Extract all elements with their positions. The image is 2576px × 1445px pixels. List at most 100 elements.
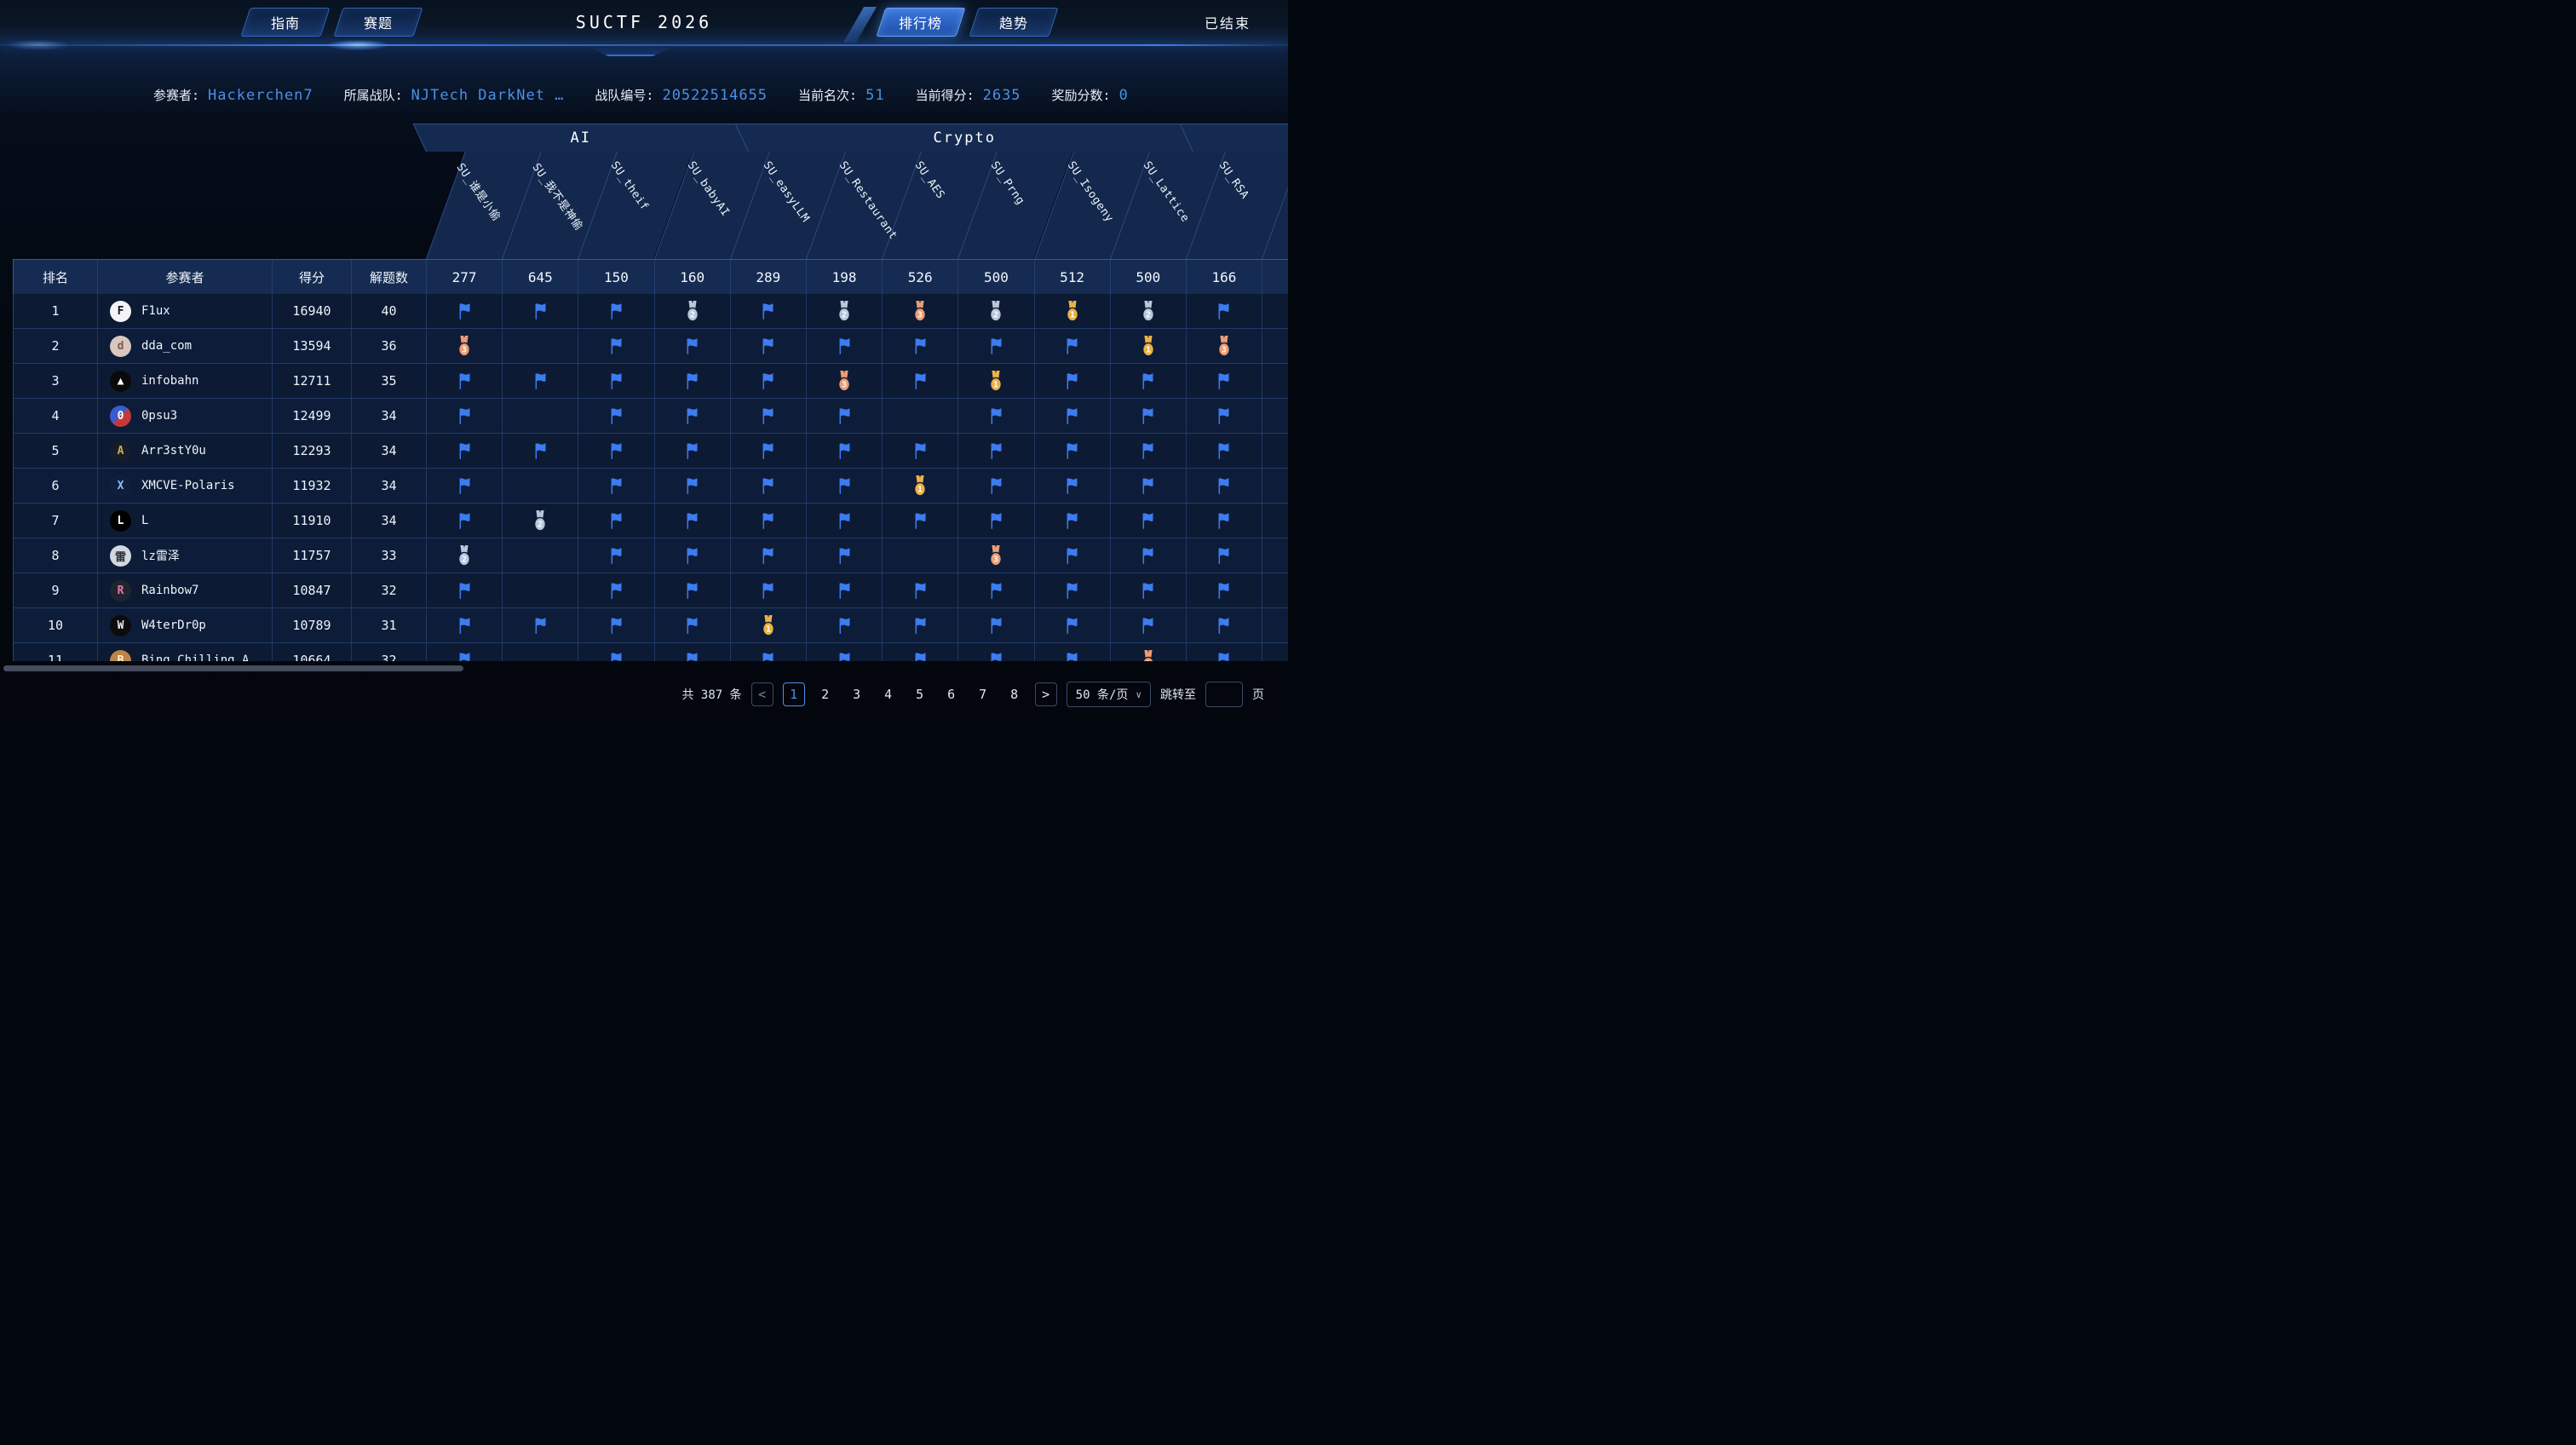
player-name: XMCVE-Polaris xyxy=(141,479,235,492)
solved-cell: 36 xyxy=(352,329,427,363)
gold-medal-icon: 1 xyxy=(760,615,777,636)
nav-tab-排行榜[interactable]: 排行榜 xyxy=(876,8,965,37)
table-row: 7LL11910342 xyxy=(13,504,1288,538)
solve-cell xyxy=(1262,434,1288,468)
horizontal-scrollbar-thumb[interactable] xyxy=(3,665,463,671)
avatar: A xyxy=(110,440,131,462)
solved-cell: 34 xyxy=(352,469,427,503)
solve-cell xyxy=(883,573,958,607)
player-cell[interactable]: ▲infobahn xyxy=(98,364,273,398)
flag-icon xyxy=(457,406,473,426)
solve-cell xyxy=(1187,469,1262,503)
flag-icon xyxy=(912,511,929,531)
flag-icon xyxy=(684,441,700,461)
flag-icon xyxy=(988,511,1004,531)
flag-icon xyxy=(457,476,473,496)
next-page-button[interactable]: > xyxy=(1035,682,1057,706)
silver-medal-icon: 2 xyxy=(1140,301,1157,322)
page-buttons: 12345678 xyxy=(783,682,1026,706)
page-title: SUCTF 2026 xyxy=(0,0,1288,44)
avatar: R xyxy=(110,580,131,602)
avatar: 雷 xyxy=(110,545,131,567)
player-name: Bing Chilling A… xyxy=(141,653,256,661)
page-button-1[interactable]: 1 xyxy=(783,682,805,706)
solved-cell: 31 xyxy=(352,608,427,642)
flag-icon xyxy=(684,371,700,391)
avatar: ▲ xyxy=(110,371,131,392)
page-button-7[interactable]: 7 xyxy=(972,682,994,706)
player-cell[interactable]: RRainbow7 xyxy=(98,573,273,607)
player-cell[interactable]: XXMCVE-Polaris xyxy=(98,469,273,503)
solve-cell xyxy=(1035,608,1111,642)
info-label: 当前名次: xyxy=(798,86,857,104)
table-row: 2ddda_com1359436313 xyxy=(13,329,1288,364)
solve-cell xyxy=(578,399,654,433)
info-label: 参赛者: xyxy=(153,86,199,104)
page-size-select[interactable]: 50 条/页 ∨ xyxy=(1067,682,1151,707)
solve-cell xyxy=(1262,399,1288,433)
svg-text:2: 2 xyxy=(462,555,467,564)
solve-cell xyxy=(1035,399,1111,433)
solve-cell xyxy=(1035,364,1111,398)
contest-status-badge: 已结束 xyxy=(1205,0,1251,44)
flag-icon xyxy=(684,476,700,496)
solve-cell xyxy=(655,469,731,503)
page-button-8[interactable]: 8 xyxy=(1003,682,1026,706)
solve-cell xyxy=(807,434,883,468)
solve-cell xyxy=(1187,364,1262,398)
player-cell[interactable]: WW4terDr0p xyxy=(98,608,273,642)
info-label: 当前得分: xyxy=(916,86,975,104)
info-label: 奖励分数: xyxy=(1052,86,1111,104)
solve-cell xyxy=(427,573,503,607)
flag-icon xyxy=(760,441,776,461)
page-button-5[interactable]: 5 xyxy=(909,682,931,706)
table-row: 6XXMCVE-Polaris11932341 xyxy=(13,469,1288,504)
solve-cell xyxy=(1262,294,1288,328)
table-row: 1FF1ux1694040223212 xyxy=(13,294,1288,329)
solve-cell xyxy=(655,399,731,433)
rank-cell: 6 xyxy=(14,469,98,503)
nav-tab-趋势[interactable]: 趋势 xyxy=(969,8,1058,37)
solve-cell xyxy=(655,538,731,573)
page-button-3[interactable]: 3 xyxy=(846,682,868,706)
player-cell[interactable]: 雷lz雷泽 xyxy=(98,538,273,573)
solve-cell xyxy=(1187,434,1262,468)
table-row: 10WW4terDr0p10789311 xyxy=(13,608,1288,643)
player-cell[interactable]: FF1ux xyxy=(98,294,273,328)
flag-icon xyxy=(608,651,624,662)
solve-cell xyxy=(958,504,1034,538)
solve-cell xyxy=(1035,329,1111,363)
solve-cell xyxy=(958,329,1034,363)
solve-cell xyxy=(655,643,731,661)
solve-cell xyxy=(807,643,883,661)
player-cell[interactable]: LL xyxy=(98,504,273,538)
svg-text:2: 2 xyxy=(994,310,999,320)
score-cell: 11910 xyxy=(273,504,352,538)
jump-page-input[interactable] xyxy=(1205,682,1243,707)
flag-icon xyxy=(760,406,776,426)
player-cell[interactable]: ddda_com xyxy=(98,329,273,363)
prev-page-button[interactable]: < xyxy=(751,682,773,706)
page-size-value: 50 条/页 xyxy=(1076,686,1129,703)
leaderboard-page: 指南赛题 SUCTF 2026 排行榜趋势 已结束 参赛者:Hackerchen… xyxy=(0,0,1288,722)
solve-cell xyxy=(1035,573,1111,607)
info-value: 0 xyxy=(1119,87,1129,104)
table-row: 9RRainbow71084732 xyxy=(13,573,1288,608)
solve-cell xyxy=(958,399,1034,433)
page-button-2[interactable]: 2 xyxy=(814,682,837,706)
solve-cell xyxy=(883,538,958,573)
page-button-4[interactable]: 4 xyxy=(877,682,900,706)
page-button-6[interactable]: 6 xyxy=(940,682,963,706)
flag-icon xyxy=(837,406,853,426)
flag-icon xyxy=(608,476,624,496)
gold-medal-icon: 1 xyxy=(1140,336,1157,357)
solve-cell xyxy=(1111,399,1187,433)
solve-cell xyxy=(578,643,654,661)
player-cell[interactable]: BBing Chilling A… xyxy=(98,643,273,661)
player-cell[interactable]: AArr3stY0u xyxy=(98,434,273,468)
silver-medal-icon: 2 xyxy=(987,301,1004,322)
table-row: 5AArr3stY0u1229334 xyxy=(13,434,1288,469)
player-cell[interactable]: 00psu3 xyxy=(98,399,273,433)
flag-icon xyxy=(760,581,776,601)
svg-text:3: 3 xyxy=(917,310,923,320)
